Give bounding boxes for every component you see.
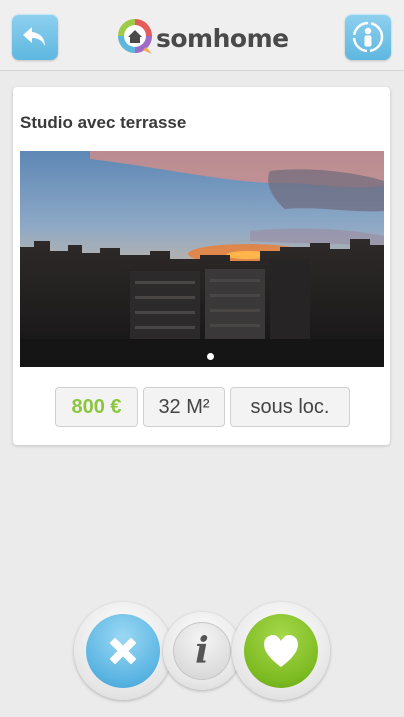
price-tag: 800 € bbox=[55, 387, 138, 427]
top-bar: somhome bbox=[0, 0, 404, 71]
logo-text: somhome bbox=[156, 23, 289, 53]
like-button[interactable] bbox=[232, 602, 330, 700]
area-tag: 32 M² bbox=[143, 387, 225, 427]
action-bar: i bbox=[0, 600, 404, 710]
listing-photo[interactable] bbox=[20, 151, 384, 367]
logo-house-icon bbox=[118, 19, 152, 54]
info-button[interactable]: i bbox=[163, 612, 241, 690]
profile-button[interactable] bbox=[345, 14, 391, 60]
rental-type-tag: sous loc. bbox=[230, 387, 350, 427]
reject-button-face bbox=[86, 614, 160, 688]
logo: somhome bbox=[116, 16, 289, 56]
sunset-cityscape-image bbox=[20, 151, 384, 367]
listing-tags: 800 € 32 M² sous loc. bbox=[55, 387, 350, 427]
back-button[interactable] bbox=[12, 14, 58, 60]
listing-title: Studio avec terrasse bbox=[20, 113, 187, 132]
back-arrow-icon bbox=[23, 27, 45, 46]
listing-card[interactable]: Studio avec terrasse 800 € 32 M² sous lo… bbox=[13, 87, 390, 445]
user-circle-icon bbox=[352, 21, 384, 53]
heart-icon bbox=[264, 635, 298, 667]
close-x-icon bbox=[110, 638, 136, 664]
like-button-face bbox=[244, 614, 318, 688]
info-button-face: i bbox=[173, 622, 231, 680]
info-icon: i bbox=[195, 630, 209, 672]
carousel-dot-active[interactable] bbox=[207, 353, 214, 360]
reject-button[interactable] bbox=[74, 602, 172, 700]
